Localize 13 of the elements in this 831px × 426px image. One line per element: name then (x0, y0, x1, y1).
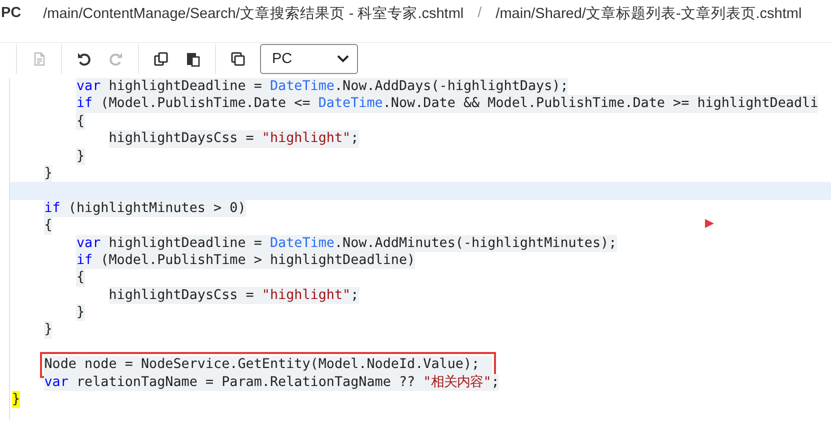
file-path[interactable]: /main/Shared/文章标题列表-文章列表页.cshtml (496, 4, 802, 22)
matched-brace: } (12, 391, 20, 408)
triangle-marker-icon (705, 219, 714, 228)
redo-icon (108, 51, 124, 67)
undo-icon (76, 51, 92, 67)
platform-select[interactable]: PC (260, 44, 358, 74)
chevron-down-icon (337, 55, 349, 63)
path-separator: / (478, 5, 482, 21)
copy-icon (153, 51, 169, 67)
breadcrumb-root[interactable]: PC (1, 5, 22, 21)
duplicate-icon (230, 51, 246, 67)
paste-icon (185, 51, 201, 67)
file-path[interactable]: /main/ContentManage/Search/文章搜索结果页 - 科室专家.cshtml (43, 4, 464, 22)
